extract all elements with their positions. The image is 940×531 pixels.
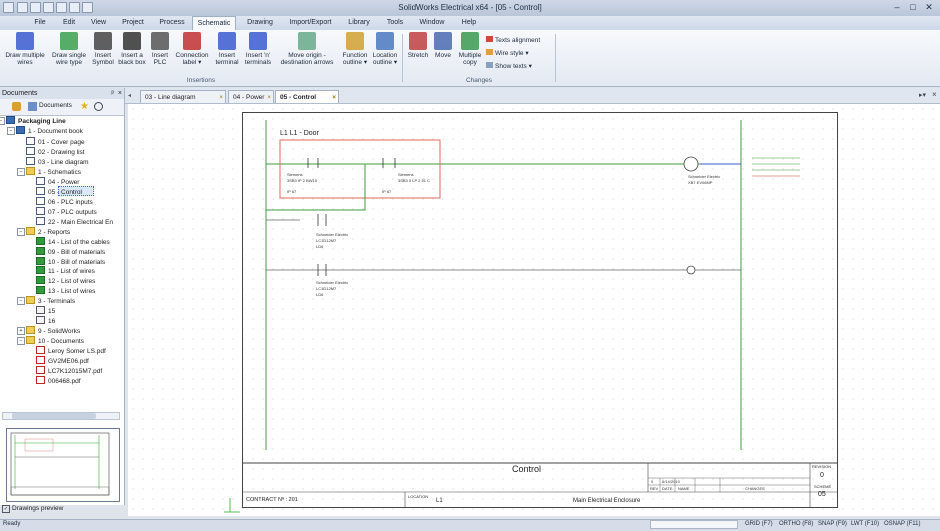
s1-reference: 3SB3 IP 2 BW15 bbox=[287, 178, 317, 183]
s2-manufacturer: Siemens bbox=[398, 172, 414, 177]
drawing-title: Control bbox=[511, 464, 541, 474]
rev-col-date: DATE bbox=[662, 486, 673, 491]
rev-col-rev: REV bbox=[650, 486, 659, 491]
k2-manufacturer: Schneider Electric bbox=[316, 280, 349, 285]
contract-number: CONTRACT Nº : 201 bbox=[246, 497, 298, 503]
lamp-h2 bbox=[686, 265, 696, 275]
s2-ip: IP 67 bbox=[382, 189, 392, 194]
rev-row-date: 6/14/2010 bbox=[662, 479, 680, 484]
location-value: L1 bbox=[436, 498, 443, 504]
schematic-drawing[interactable] bbox=[0, 0, 940, 530]
wire-self-hold bbox=[266, 164, 366, 211]
status-lwt-f10[interactable]: LWT (F10) bbox=[851, 520, 879, 529]
s1-manufacturer: Siemens bbox=[287, 172, 303, 177]
status-ortho-f8[interactable]: ORTHO (F8) bbox=[779, 520, 813, 529]
rev-col-name: NAME bbox=[678, 486, 690, 491]
k1-manufacturer: Schneider Electric bbox=[316, 232, 349, 237]
h1-manufacturer: Schneider Electric bbox=[688, 174, 721, 179]
scheme-label: SCHEME bbox=[814, 484, 832, 489]
lamp-h1 bbox=[683, 156, 699, 172]
status-text: Ready bbox=[3, 521, 21, 527]
status-grid-f7[interactable]: GRID (F7) bbox=[745, 520, 773, 529]
revision-value: 0 bbox=[820, 472, 824, 479]
k2-reference: LC1D12M7 bbox=[316, 286, 337, 291]
function-outline-box bbox=[279, 139, 441, 199]
rev-col-changes: CHANGES bbox=[745, 486, 765, 491]
s2-reference: 3SB3 0 LP 2 51 C bbox=[398, 178, 430, 183]
s1-ip: IP 67 bbox=[287, 189, 297, 194]
k2-code: LD6 bbox=[316, 292, 324, 297]
location-label: LOCATION bbox=[408, 494, 429, 499]
h1-reference: XB7 EV06MP bbox=[688, 180, 713, 185]
drawing-header: L1 L1 - Door bbox=[280, 130, 319, 137]
enclosure-name: Main Electrical Enclosure bbox=[573, 498, 641, 504]
revision-label: REVISION bbox=[812, 464, 832, 469]
terminal-strip-right bbox=[752, 157, 800, 177]
status-snap-f9[interactable]: SNAP (F9) bbox=[818, 520, 847, 529]
status-osnap-f11[interactable]: OSNAP (F11) bbox=[884, 520, 920, 529]
command-input[interactable] bbox=[650, 520, 738, 529]
k1-reference: LC1D12M7 bbox=[316, 238, 337, 243]
rev-row-rev: 0 bbox=[651, 479, 654, 484]
scheme-value: 05 bbox=[818, 491, 826, 498]
k1-code: LD6 bbox=[316, 244, 324, 249]
